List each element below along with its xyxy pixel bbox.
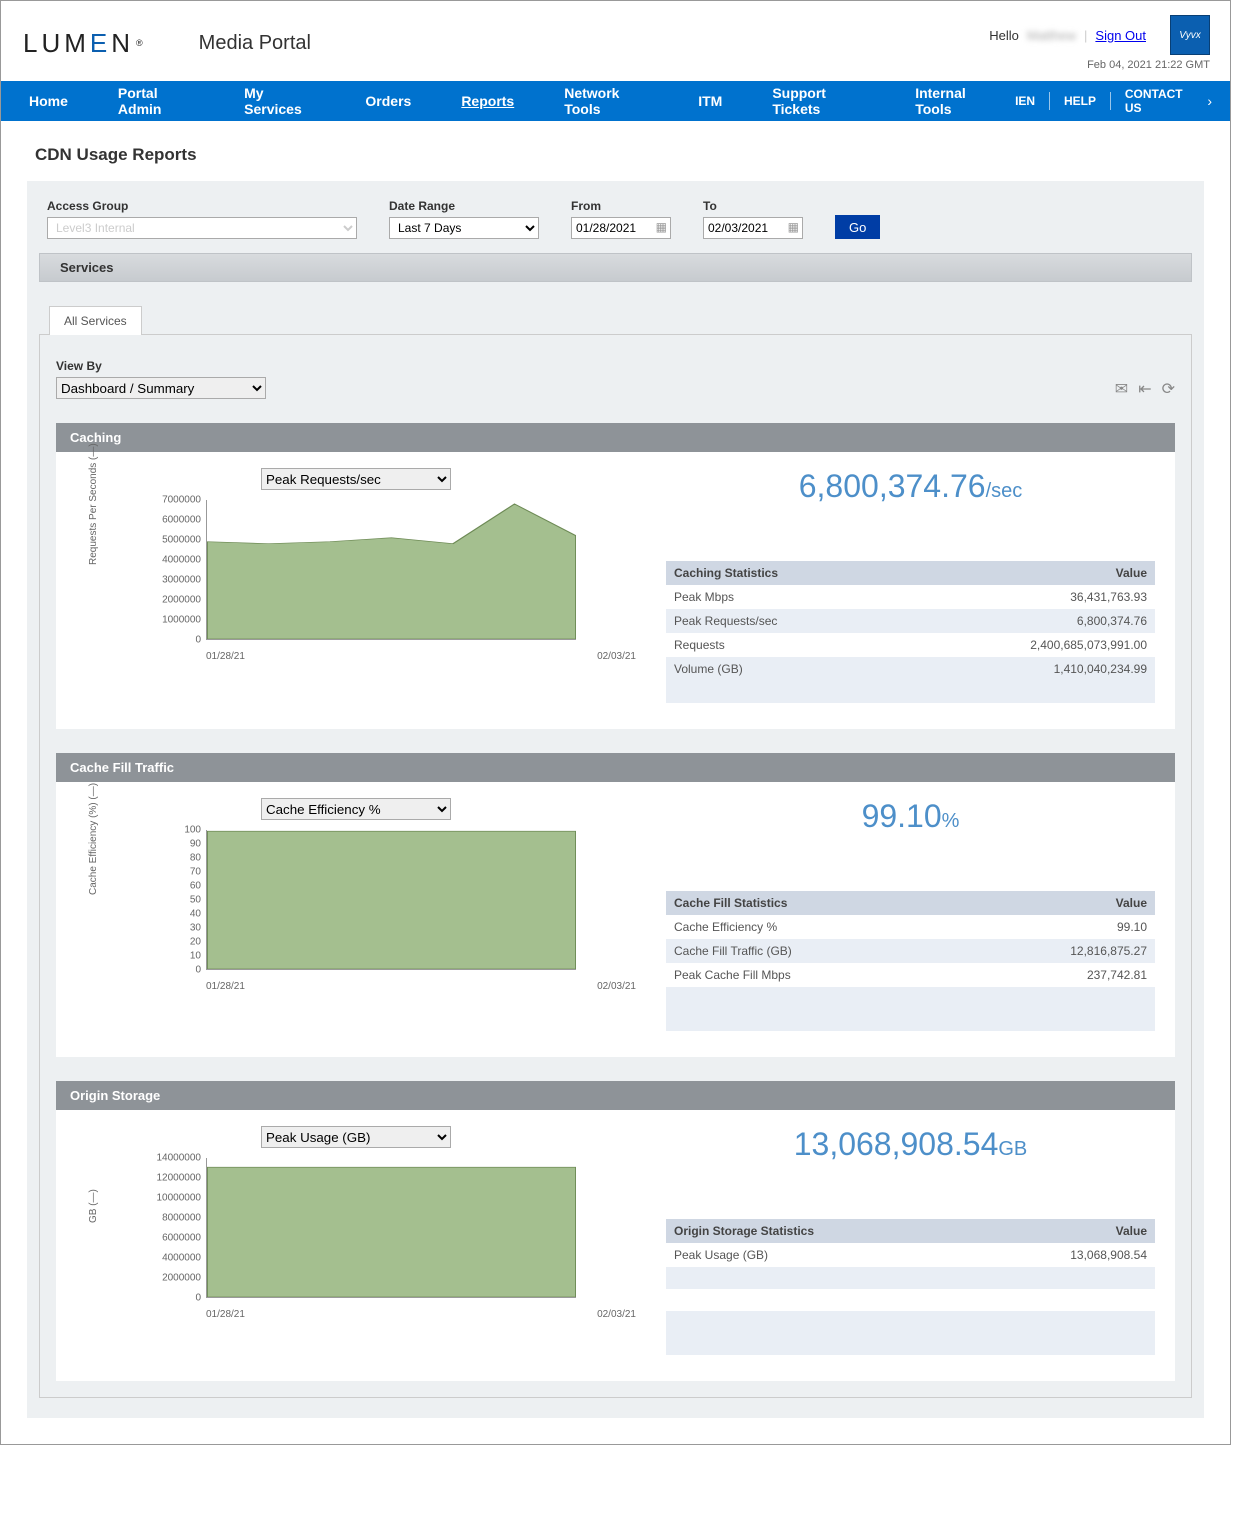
table-row: Peak Usage (GB)13,068,908.54 — [666, 1243, 1155, 1267]
caching-big-stat: 6,800,374.76/sec — [666, 468, 1155, 505]
sign-out-link[interactable]: Sign Out — [1095, 28, 1146, 43]
nav-reports[interactable]: Reports — [451, 93, 524, 109]
username: Matthew — [1027, 28, 1076, 43]
origin-big-stat: 13,068,908.54GB — [666, 1126, 1155, 1163]
access-group-select[interactable]: Level3 Internal — [47, 217, 357, 239]
cache-fill-big-stat: 99.10% — [666, 798, 1155, 835]
origin-stats-table: Origin Storage StatisticsValue Peak Usag… — [666, 1219, 1155, 1355]
panel-title: Origin Storage — [56, 1081, 1175, 1110]
nav-internal-tools[interactable]: Internal Tools — [905, 85, 1005, 117]
brand-logo: LUMEN® — [23, 28, 143, 59]
panel-title: Caching — [56, 423, 1175, 452]
nav-help[interactable]: HELP — [1054, 94, 1106, 108]
main-nav: Home Portal Admin My Services Orders Rep… — [1, 81, 1230, 121]
caching-chart: Requests Per Seconds (—) 010000002000000… — [146, 500, 636, 670]
table-row: Volume (GB)1,410,040,234.99 — [666, 657, 1155, 681]
panel-origin-storage: Origin Storage Peak Usage (GB) GB (—) 02… — [56, 1081, 1175, 1381]
separator: | — [1084, 28, 1087, 43]
nav-contact-us[interactable]: CONTACT US — [1115, 87, 1203, 115]
from-label: From — [571, 199, 671, 213]
panel-caching: Caching Peak Requests/sec Requests Per S… — [56, 423, 1175, 729]
table-row: Cache Efficiency %99.10 — [666, 915, 1155, 939]
access-group-label: Access Group — [47, 199, 357, 213]
nav-my-services[interactable]: My Services — [234, 85, 325, 117]
origin-chart: GB (—) 020000004000000600000080000001000… — [146, 1158, 636, 1328]
nav-portal-admin[interactable]: Portal Admin — [108, 85, 204, 117]
nav-orders[interactable]: Orders — [355, 93, 421, 109]
nav-network-tools[interactable]: Network Tools — [554, 85, 658, 117]
origin-metric-select[interactable]: Peak Usage (GB) — [261, 1126, 451, 1148]
panel-title: Cache Fill Traffic — [56, 753, 1175, 782]
services-bar: Services — [39, 253, 1192, 282]
table-row: Peak Cache Fill Mbps237,742.81 — [666, 963, 1155, 987]
cache-fill-metric-select[interactable]: Cache Efficiency % — [261, 798, 451, 820]
caching-stats-table: Caching StatisticsValue Peak Mbps36,431,… — [666, 561, 1155, 703]
go-button[interactable]: Go — [835, 215, 880, 239]
nav-itm[interactable]: ITM — [688, 93, 732, 109]
hello-label: Hello — [989, 28, 1019, 43]
caching-metric-select[interactable]: Peak Requests/sec — [261, 468, 451, 490]
vyvx-logo: Vyvx — [1170, 15, 1210, 55]
mail-icon[interactable]: ✉ — [1115, 379, 1128, 399]
export-icon[interactable]: ⇤ — [1138, 379, 1151, 399]
nav-support-tickets[interactable]: Support Tickets — [762, 85, 875, 117]
table-row: Peak Requests/sec6,800,374.76 — [666, 609, 1155, 633]
view-by-select[interactable]: Dashboard / Summary — [56, 377, 266, 399]
nav-home[interactable]: Home — [19, 93, 78, 109]
date-range-select[interactable]: Last 7 Days — [389, 217, 539, 239]
panel-cache-fill: Cache Fill Traffic Cache Efficiency % Ca… — [56, 753, 1175, 1057]
header-timestamp: Feb 04, 2021 21:22 GMT — [989, 59, 1210, 71]
table-row: Cache Fill Traffic (GB)12,816,875.27 — [666, 939, 1155, 963]
view-by-label: View By — [56, 359, 266, 373]
cache-fill-chart: Cache Efficiency (%) (—) 010203040506070… — [146, 830, 636, 1000]
portal-title: Media Portal — [199, 32, 311, 55]
table-row: Requests2,400,685,073,991.00 — [666, 633, 1155, 657]
chevron-right-icon: › — [1207, 93, 1212, 109]
date-range-label: Date Range — [389, 199, 539, 213]
calendar-icon[interactable]: ▦ — [656, 220, 667, 234]
refresh-icon[interactable]: ⟳ — [1162, 379, 1175, 399]
page-title: CDN Usage Reports — [1, 121, 1230, 181]
table-row: Peak Mbps36,431,763.93 — [666, 585, 1155, 609]
nav-ien[interactable]: IEN — [1005, 94, 1045, 108]
tab-all-services[interactable]: All Services — [49, 306, 142, 335]
cache-fill-stats-table: Cache Fill StatisticsValue Cache Efficie… — [666, 891, 1155, 1031]
to-label: To — [703, 199, 803, 213]
calendar-icon[interactable]: ▦ — [788, 220, 799, 234]
